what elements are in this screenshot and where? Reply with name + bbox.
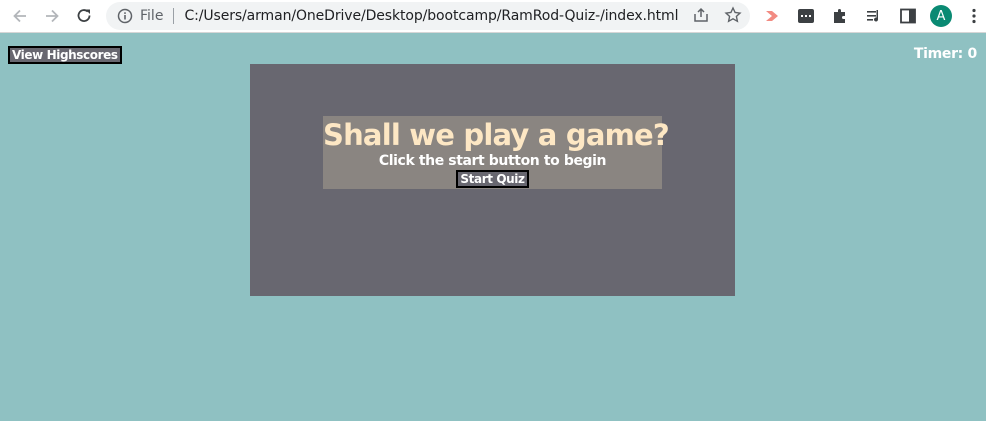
share-icon[interactable]	[692, 6, 710, 24]
extension-dark-button[interactable]	[794, 4, 818, 28]
reload-icon	[77, 9, 91, 22]
extensions-area: A	[760, 4, 986, 28]
extension-red-icon	[766, 11, 778, 21]
media-button[interactable]	[862, 4, 886, 28]
side-panel-icon	[900, 8, 916, 24]
profile-avatar[interactable]: A	[930, 5, 952, 27]
info-icon	[117, 8, 133, 24]
timer-display: Timer: 0	[913, 46, 977, 62]
extension-red-button[interactable]	[760, 4, 784, 28]
extension-dark-icon	[798, 9, 814, 23]
intro-subtitle: Click the start button to begin	[378, 153, 607, 169]
browser-toolbar: File C:/Users/arman/OneDrive/Desktop/boo…	[0, 0, 986, 33]
star-icon[interactable]	[724, 6, 742, 24]
side-panel-button[interactable]	[896, 4, 920, 28]
quiz-panel: Shall we play a game? Click the start bu…	[250, 64, 735, 296]
intro-card: Shall we play a game? Click the start bu…	[323, 116, 670, 189]
forward-arrow-icon	[46, 9, 59, 23]
url-text[interactable]: C:/Users/arman/OneDrive/Desktop/bootcamp…	[184, 8, 678, 24]
forward-button[interactable]	[39, 3, 65, 29]
back-button[interactable]	[7, 3, 33, 29]
address-bar[interactable]: File C:/Users/arman/OneDrive/Desktop/boo…	[106, 2, 750, 30]
omnibox-separator	[173, 8, 175, 24]
extensions-button[interactable]	[828, 4, 852, 28]
reload-button[interactable]	[71, 3, 97, 29]
browser-menu-button[interactable]	[962, 4, 986, 28]
url-scheme-label: File	[140, 8, 164, 24]
intro-title: Shall we play a game?	[323, 118, 670, 152]
start-quiz-button[interactable]: Start Quiz	[456, 170, 529, 188]
puzzle-icon	[834, 9, 845, 23]
back-arrow-icon	[13, 9, 26, 23]
omnibox-actions	[692, 6, 742, 24]
media-icon	[867, 10, 879, 22]
kebab-menu-icon	[972, 8, 976, 24]
view-highscores-button[interactable]: View Highscores	[8, 46, 122, 64]
site-info-button[interactable]	[116, 7, 134, 25]
